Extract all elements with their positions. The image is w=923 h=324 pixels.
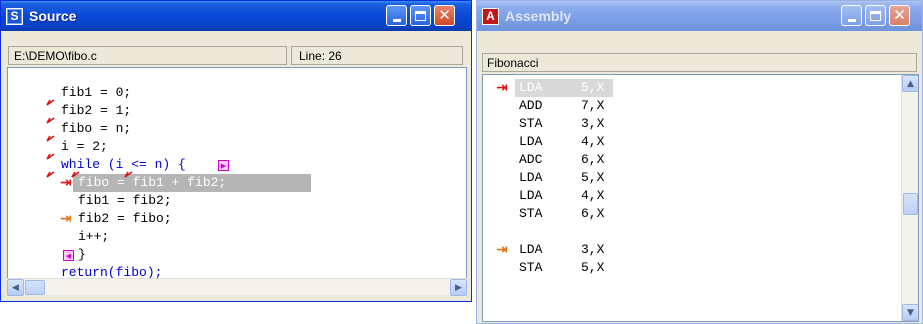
source-window[interactable]: S Source ✕ E:\DEMO\fibo.c Line: 26 fib1 … — [0, 0, 472, 302]
breakpoint-arrow-icon[interactable]: ⇥ — [496, 241, 508, 259]
scroll-thumb[interactable] — [903, 193, 918, 215]
asm-mnemonic[interactable]: STA — [519, 115, 542, 133]
asm-operand[interactable]: 4,X — [581, 133, 604, 151]
source-code-view[interactable]: fib1 = 0; fib2 = 1; fibo = n; i = 2; whi… — [7, 67, 467, 292]
source-minimize-button[interactable] — [386, 5, 407, 26]
assembly-maximize-button[interactable] — [865, 5, 886, 26]
maximize-icon — [870, 10, 881, 21]
assembly-app-icon: A — [482, 7, 499, 25]
minimize-icon — [847, 18, 856, 22]
asm-operand[interactable]: 7,X — [581, 97, 604, 115]
assembly-vertical-scrollbar[interactable]: ▲ ▼ — [901, 75, 918, 321]
assembly-close-button[interactable]: ✕ — [889, 5, 910, 26]
current-line-arrow-icon: ⇥ — [60, 175, 72, 191]
marker-tick-icon[interactable] — [46, 150, 56, 160]
source-titlebar[interactable]: S Source ✕ — [1, 1, 471, 31]
asm-mnemonic[interactable]: STA — [519, 259, 542, 277]
code-line[interactable]: fibo = n; — [61, 120, 131, 138]
close-icon: ✕ — [893, 6, 906, 24]
code-line[interactable]: i++; — [78, 228, 109, 246]
asm-operand[interactable]: 5,X — [581, 259, 604, 277]
code-line[interactable]: fib1 = fib2; — [78, 192, 172, 210]
scroll-up-button[interactable]: ▲ — [902, 75, 918, 92]
step-out-box-icon[interactable]: ◀ — [63, 250, 74, 261]
marker-tick-icon[interactable] — [46, 168, 56, 178]
asm-mnemonic[interactable]: LDA — [519, 133, 542, 151]
source-title: Source — [29, 8, 77, 24]
asm-mnemonic[interactable]: LDA — [519, 79, 542, 97]
source-maximize-button[interactable] — [410, 5, 431, 26]
minimize-icon — [392, 18, 401, 22]
maximize-icon — [415, 10, 426, 21]
marker-tick-icon[interactable] — [124, 168, 134, 178]
asm-operand[interactable]: 6,X — [581, 151, 604, 169]
scroll-left-button[interactable]: ◀ — [7, 279, 24, 296]
asm-operand[interactable]: 3,X — [581, 115, 604, 133]
close-icon: ✕ — [438, 6, 451, 24]
asm-mnemonic[interactable]: LDA — [519, 241, 542, 259]
step-into-box-icon[interactable]: ▶ — [218, 160, 229, 171]
asm-mnemonic[interactable]: LDA — [519, 187, 542, 205]
asm-operand[interactable]: 6,X — [581, 205, 604, 223]
code-line[interactable]: fib2 = fibo; — [78, 210, 172, 228]
source-line-indicator: Line: 26 — [291, 46, 463, 65]
assembly-title: Assembly — [505, 8, 572, 24]
code-line[interactable]: fib1 = 0; — [61, 84, 131, 102]
marker-tick-icon[interactable] — [46, 132, 56, 142]
source-app-icon: S — [6, 7, 23, 25]
asm-mnemonic[interactable]: STA — [519, 205, 542, 223]
code-line-current[interactable]: fibo = fib1 + fib2; — [78, 174, 226, 192]
asm-operand[interactable]: 5,X — [581, 79, 604, 97]
current-line-arrow-icon: ⇥ — [496, 80, 508, 96]
asm-operand[interactable]: 4,X — [581, 187, 604, 205]
asm-mnemonic[interactable]: ADD — [519, 97, 542, 115]
marker-tick-icon[interactable] — [46, 114, 56, 124]
assembly-function-header: Fibonacci — [482, 53, 917, 72]
marker-tick-icon[interactable] — [46, 96, 56, 106]
source-file-path: E:\DEMO\fibo.c — [8, 46, 287, 65]
asm-operand[interactable]: 5,X — [581, 169, 604, 187]
asm-mnemonic[interactable]: LDA — [519, 169, 542, 187]
scroll-down-button[interactable]: ▼ — [902, 304, 918, 321]
scroll-thumb[interactable] — [25, 280, 45, 295]
scroll-right-button[interactable]: ▶ — [450, 279, 467, 296]
assembly-window[interactable]: A Assembly ✕ Fibonacci ⇥ ⇥ LDA 5,X ADD 7… — [476, 0, 923, 324]
asm-operand[interactable]: 3,X — [581, 241, 604, 259]
asm-mnemonic[interactable]: ADC — [519, 151, 542, 169]
breakpoint-arrow-icon[interactable]: ⇥ — [60, 210, 72, 228]
marker-tick-icon[interactable] — [71, 168, 81, 178]
code-line[interactable]: fib2 = 1; — [61, 102, 131, 120]
code-line[interactable]: i = 2; — [61, 138, 108, 156]
source-close-button[interactable]: ✕ — [434, 5, 455, 26]
source-horizontal-scrollbar[interactable]: ◀ ▶ — [7, 278, 467, 296]
code-line[interactable]: } — [78, 246, 86, 264]
assembly-titlebar[interactable]: A Assembly ✕ — [477, 1, 922, 31]
assembly-code-view[interactable]: ⇥ ⇥ LDA 5,X ADD 7,X STA 3,X LDA 4,X ADC … — [482, 74, 919, 322]
assembly-minimize-button[interactable] — [841, 5, 862, 26]
